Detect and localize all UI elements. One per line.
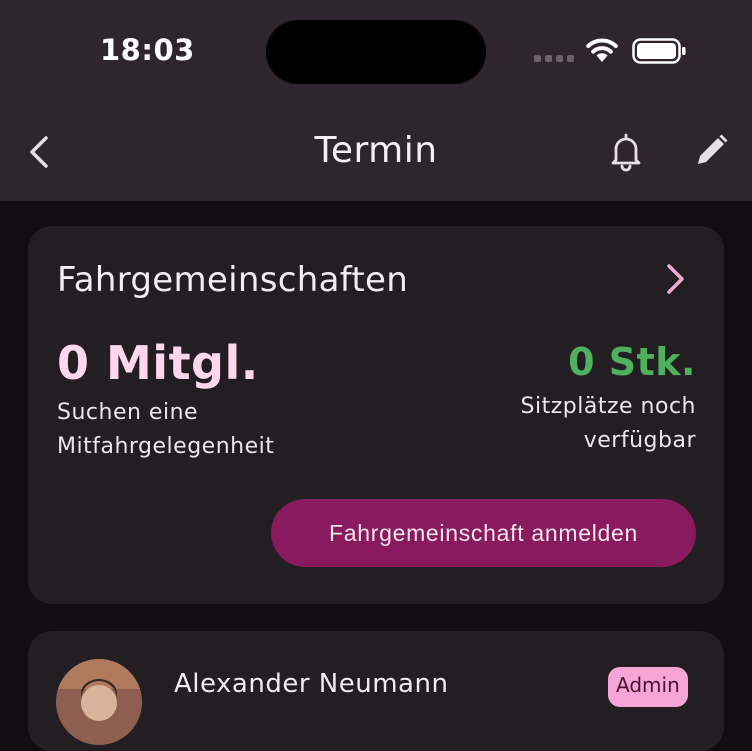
dynamic-island bbox=[266, 20, 486, 84]
status-time: 18:03 bbox=[100, 33, 195, 67]
avatar-photo-icon bbox=[56, 659, 142, 745]
seats-desc-line2: verfügbar bbox=[583, 428, 696, 453]
pencil-icon[interactable] bbox=[690, 130, 732, 172]
avatar bbox=[56, 659, 142, 745]
top-bar: 18:03 Termin bbox=[0, 0, 752, 201]
wifi-icon bbox=[586, 38, 618, 62]
carpool-title: Fahrgemeinschaften bbox=[57, 260, 409, 300]
member-card[interactable]: Alexander Neumann Admin bbox=[28, 631, 724, 751]
members-description: Suchen eine Mitfahrgelegenheit bbox=[57, 396, 357, 464]
chevron-right-icon[interactable] bbox=[658, 260, 692, 298]
members-desc-line1: Suchen eine bbox=[57, 400, 199, 425]
seats-description: Sitzplätze noch verfügbar bbox=[456, 390, 696, 458]
members-desc-line2: Mitfahrgelegenheit bbox=[57, 434, 275, 459]
member-name: Alexander Neumann bbox=[174, 669, 449, 699]
carpool-card[interactable]: Fahrgemeinschaften 0 Mitgl. Suchen eine … bbox=[28, 226, 724, 604]
members-count: 0 Mitgl. bbox=[57, 336, 259, 390]
register-carpool-button[interactable]: Fahrgemeinschaft anmelden bbox=[271, 499, 696, 567]
battery-icon bbox=[632, 38, 686, 64]
admin-badge: Admin bbox=[608, 667, 688, 707]
seats-desc-line1: Sitzplätze noch bbox=[520, 394, 696, 419]
seats-count: 0 Stk. bbox=[568, 340, 696, 384]
bell-icon[interactable] bbox=[604, 130, 648, 174]
cellular-signal-icon bbox=[534, 55, 574, 63]
